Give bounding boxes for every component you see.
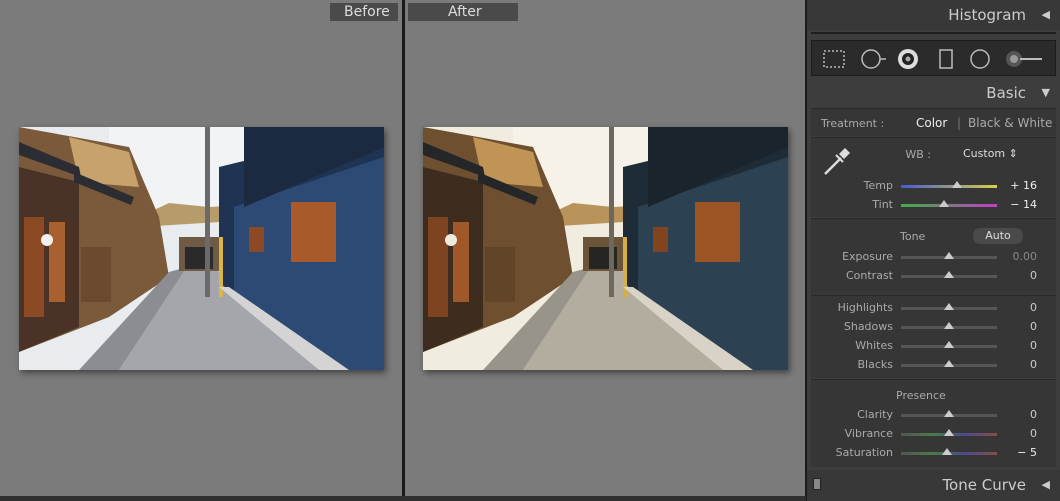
- exposure-slider-knob[interactable]: [944, 252, 954, 259]
- tint-slider-knob[interactable]: [939, 200, 950, 207]
- tint-label: Tint: [872, 198, 893, 211]
- treatment-label: Treatment :: [821, 117, 885, 130]
- saturation-slider-knob[interactable]: [941, 448, 952, 455]
- exposure-value[interactable]: 0.00: [1007, 250, 1038, 263]
- tool-strip: [811, 40, 1056, 76]
- whites-value[interactable]: 0: [1007, 339, 1037, 352]
- clarity-slider-knob[interactable]: [944, 410, 954, 417]
- after-photo[interactable]: [423, 127, 788, 370]
- vibrance-label: Vibrance: [844, 427, 893, 440]
- clarity-label: Clarity: [857, 408, 893, 421]
- tone-curve-header[interactable]: Tone Curve ◀: [807, 470, 1060, 501]
- basic-header[interactable]: Basic ▼: [807, 80, 1060, 106]
- develop-right-panel: Histogram ◀ Basic ▼ Treatment : Color |: [807, 0, 1060, 501]
- graduated-filter-icon[interactable]: [934, 47, 958, 71]
- street-photo-after: [423, 127, 788, 370]
- blacks-label: Blacks: [857, 358, 894, 371]
- after-label: After: [408, 3, 518, 21]
- after-pane[interactable]: After: [405, 0, 805, 496]
- contrast-slider-knob[interactable]: [944, 271, 954, 278]
- tint-value[interactable]: − 14: [1007, 198, 1037, 211]
- treatment-bw-option[interactable]: Black & White: [968, 116, 1052, 130]
- tint-slider[interactable]: [901, 200, 997, 207]
- saturation-slider[interactable]: [901, 448, 997, 455]
- compare-view: Before After: [0, 0, 806, 501]
- highlights-label: Highlights: [837, 301, 893, 314]
- wb-label: WB :: [905, 148, 931, 161]
- contrast-value[interactable]: 0: [1007, 269, 1037, 282]
- temp-label: Temp: [863, 179, 893, 192]
- adjustment-brush-icon[interactable]: [1004, 47, 1044, 71]
- whites-slider[interactable]: [901, 341, 997, 348]
- vibrance-slider[interactable]: [901, 429, 997, 436]
- temp-value[interactable]: + 16: [1007, 179, 1037, 192]
- saturation-value[interactable]: − 5: [1007, 446, 1037, 459]
- before-pane[interactable]: Before: [0, 0, 402, 496]
- saturation-label: Saturation: [835, 446, 893, 459]
- clarity-value[interactable]: 0: [1007, 408, 1037, 421]
- exposure-label: Exposure: [842, 250, 893, 263]
- tone-divider: [811, 295, 1056, 296]
- white-balance-eyedropper-icon[interactable]: [819, 144, 853, 178]
- spot-removal-icon[interactable]: [860, 47, 888, 71]
- red-eye-icon[interactable]: [896, 47, 920, 71]
- white-balance-section: WB : Custom ⇕ Temp + 16 Tint − 14: [811, 137, 1056, 217]
- treatment-divider: |: [957, 116, 962, 130]
- contrast-slider[interactable]: [901, 271, 997, 278]
- shadows-slider-knob[interactable]: [944, 322, 954, 329]
- whites-slider-knob[interactable]: [944, 341, 954, 348]
- collapse-down-icon[interactable]: ▼: [1042, 86, 1050, 99]
- before-label: Before: [330, 3, 398, 21]
- treatment-color-option[interactable]: Color: [916, 116, 947, 130]
- contrast-label: Contrast: [845, 269, 893, 282]
- exposure-slider[interactable]: [901, 252, 997, 259]
- presence-section: Presence Clarity 0 Vibrance 0 Saturation…: [811, 379, 1056, 467]
- tone-curve-collapse-icon[interactable]: ◀: [1042, 478, 1050, 491]
- vibrance-value[interactable]: 0: [1007, 427, 1037, 440]
- tone-curve-title: Tone Curve: [942, 476, 1026, 494]
- temp-slider[interactable]: [901, 181, 997, 188]
- radial-filter-icon[interactable]: [968, 47, 992, 71]
- histogram-title: Histogram: [948, 6, 1026, 24]
- shadows-label: Shadows: [843, 320, 893, 333]
- shadows-value[interactable]: 0: [1007, 320, 1037, 333]
- before-photo[interactable]: [19, 127, 384, 370]
- highlights-value[interactable]: 0: [1007, 301, 1037, 314]
- panel-switch-icon[interactable]: [813, 478, 821, 490]
- filmstrip-divider: [0, 496, 806, 501]
- collapse-left-icon[interactable]: ◀: [1042, 8, 1050, 21]
- clarity-slider[interactable]: [901, 410, 997, 417]
- presence-label: Presence: [896, 389, 946, 402]
- blacks-slider[interactable]: [901, 360, 997, 367]
- street-photo-before: [19, 127, 384, 370]
- wb-preset-dropdown[interactable]: Custom ⇕: [963, 147, 1018, 160]
- temp-slider-knob[interactable]: [951, 181, 962, 188]
- highlights-slider-knob[interactable]: [944, 303, 954, 310]
- histogram-header[interactable]: Histogram ◀: [807, 0, 1060, 30]
- histogram-divider: [811, 32, 1056, 34]
- blacks-slider-knob[interactable]: [944, 360, 954, 367]
- shadows-slider[interactable]: [901, 322, 997, 329]
- treatment-row: Treatment : Color | Black & White: [811, 108, 1056, 136]
- basic-title: Basic: [986, 84, 1026, 102]
- tone-label: Tone: [900, 230, 926, 243]
- whites-label: Whites: [855, 339, 893, 352]
- highlights-slider[interactable]: [901, 303, 997, 310]
- auto-tone-button[interactable]: Auto: [973, 228, 1023, 244]
- crop-overlay-icon[interactable]: [822, 47, 846, 71]
- vibrance-slider-knob[interactable]: [944, 429, 954, 436]
- tone-section: Tone Auto Exposure 0.00 Contrast 0 Highl…: [811, 218, 1056, 378]
- blacks-value[interactable]: 0: [1007, 358, 1037, 371]
